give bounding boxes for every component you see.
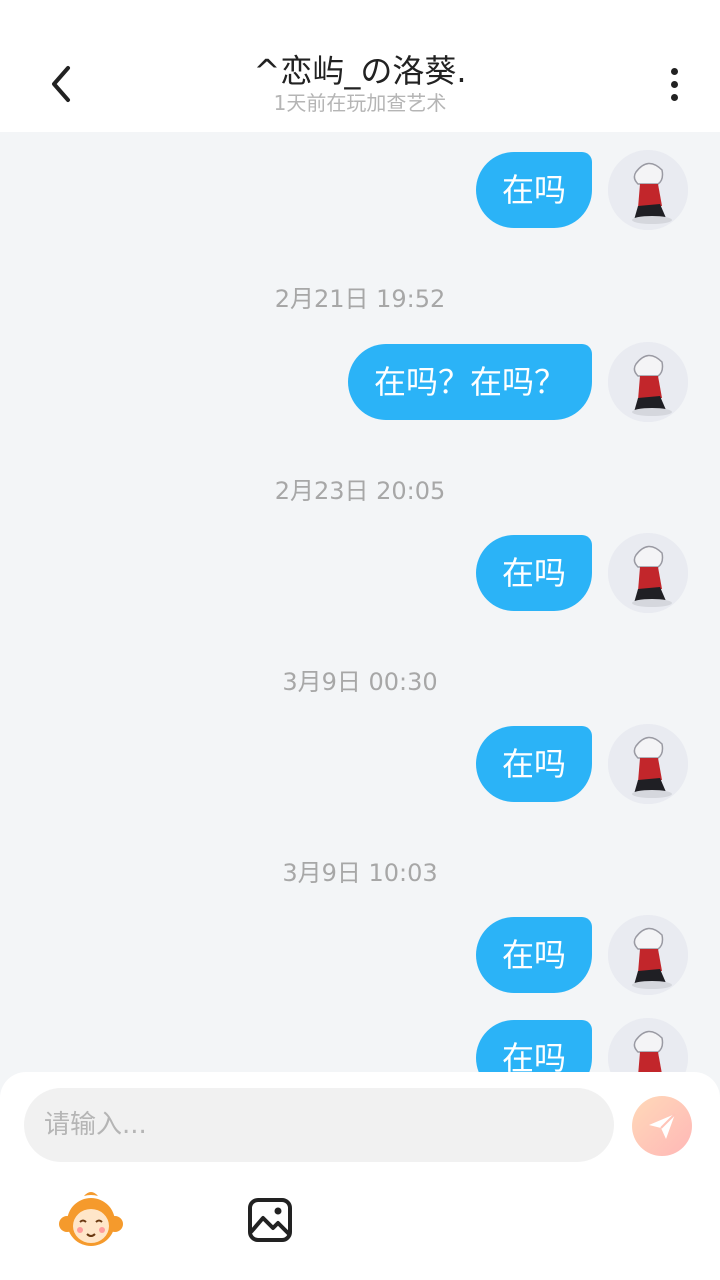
message-row: 在吗 [475, 915, 688, 995]
message-list[interactable]: 在吗 2月21日 19:52 在吗？在吗？ 2月23日 20:05 在吗 3月9… [0, 132, 720, 1072]
avatar-image [608, 724, 688, 804]
message-row: 在吗？在吗？ [347, 342, 688, 422]
monkey-emoji-icon [59, 1192, 123, 1246]
chevron-left-icon [52, 66, 70, 102]
avatar-image [608, 1018, 688, 1072]
avatar[interactable] [608, 1018, 688, 1072]
message-bubble[interactable]: 在吗 [475, 152, 592, 228]
avatar-image [608, 533, 688, 613]
avatar[interactable] [608, 724, 688, 804]
avatar[interactable] [608, 915, 688, 995]
message-row: 在吗 [475, 724, 688, 804]
title-block: ^恋屿_の洛葵. 1天前在玩加查艺术 [160, 52, 560, 116]
status-subtitle: 1天前在玩加查艺术 [273, 91, 447, 115]
more-vertical-icon-dot [670, 80, 678, 88]
message-bubble[interactable]: 在吗 [475, 917, 592, 993]
back-button[interactable] [38, 60, 86, 108]
message-row: 在吗 [475, 1018, 688, 1072]
message-bubble[interactable]: 在吗 [475, 726, 592, 802]
emoji-button[interactable] [58, 1190, 124, 1250]
message-row: 在吗 [475, 150, 688, 230]
message-row: 在吗 [475, 533, 688, 613]
message-timestamp: 3月9日 10:03 [282, 859, 438, 887]
more-vertical-icon [670, 67, 678, 75]
message-bubble[interactable]: 在吗 [475, 1020, 592, 1072]
page-title: ^恋屿_の洛葵. [253, 52, 467, 90]
chat-header: ^恋屿_の洛葵. 1天前在玩加查艺术 [0, 0, 720, 132]
send-icon [649, 1113, 676, 1139]
avatar[interactable] [608, 150, 688, 230]
avatar-image [608, 150, 688, 230]
avatar-image [608, 342, 688, 422]
message-timestamp: 2月21日 19:52 [274, 285, 446, 313]
more-vertical-icon-dot [670, 93, 678, 101]
image-button[interactable] [246, 1196, 294, 1244]
avatar-image [608, 915, 688, 995]
image-icon [248, 1198, 292, 1242]
input-panel [0, 1072, 720, 1280]
message-timestamp: 3月9日 00:30 [282, 668, 438, 696]
avatar[interactable] [608, 342, 688, 422]
avatar[interactable] [608, 533, 688, 613]
message-timestamp: 2月23日 20:05 [274, 477, 446, 505]
send-button[interactable] [632, 1096, 692, 1156]
message-bubble[interactable]: 在吗 [475, 535, 592, 611]
message-input[interactable] [24, 1088, 614, 1162]
chat-screen: ^恋屿_の洛葵. 1天前在玩加查艺术 在吗 2月21日 19:52 在吗？在吗？… [0, 0, 720, 1280]
message-bubble[interactable]: 在吗？在吗？ [347, 344, 592, 420]
more-button[interactable] [654, 62, 694, 106]
